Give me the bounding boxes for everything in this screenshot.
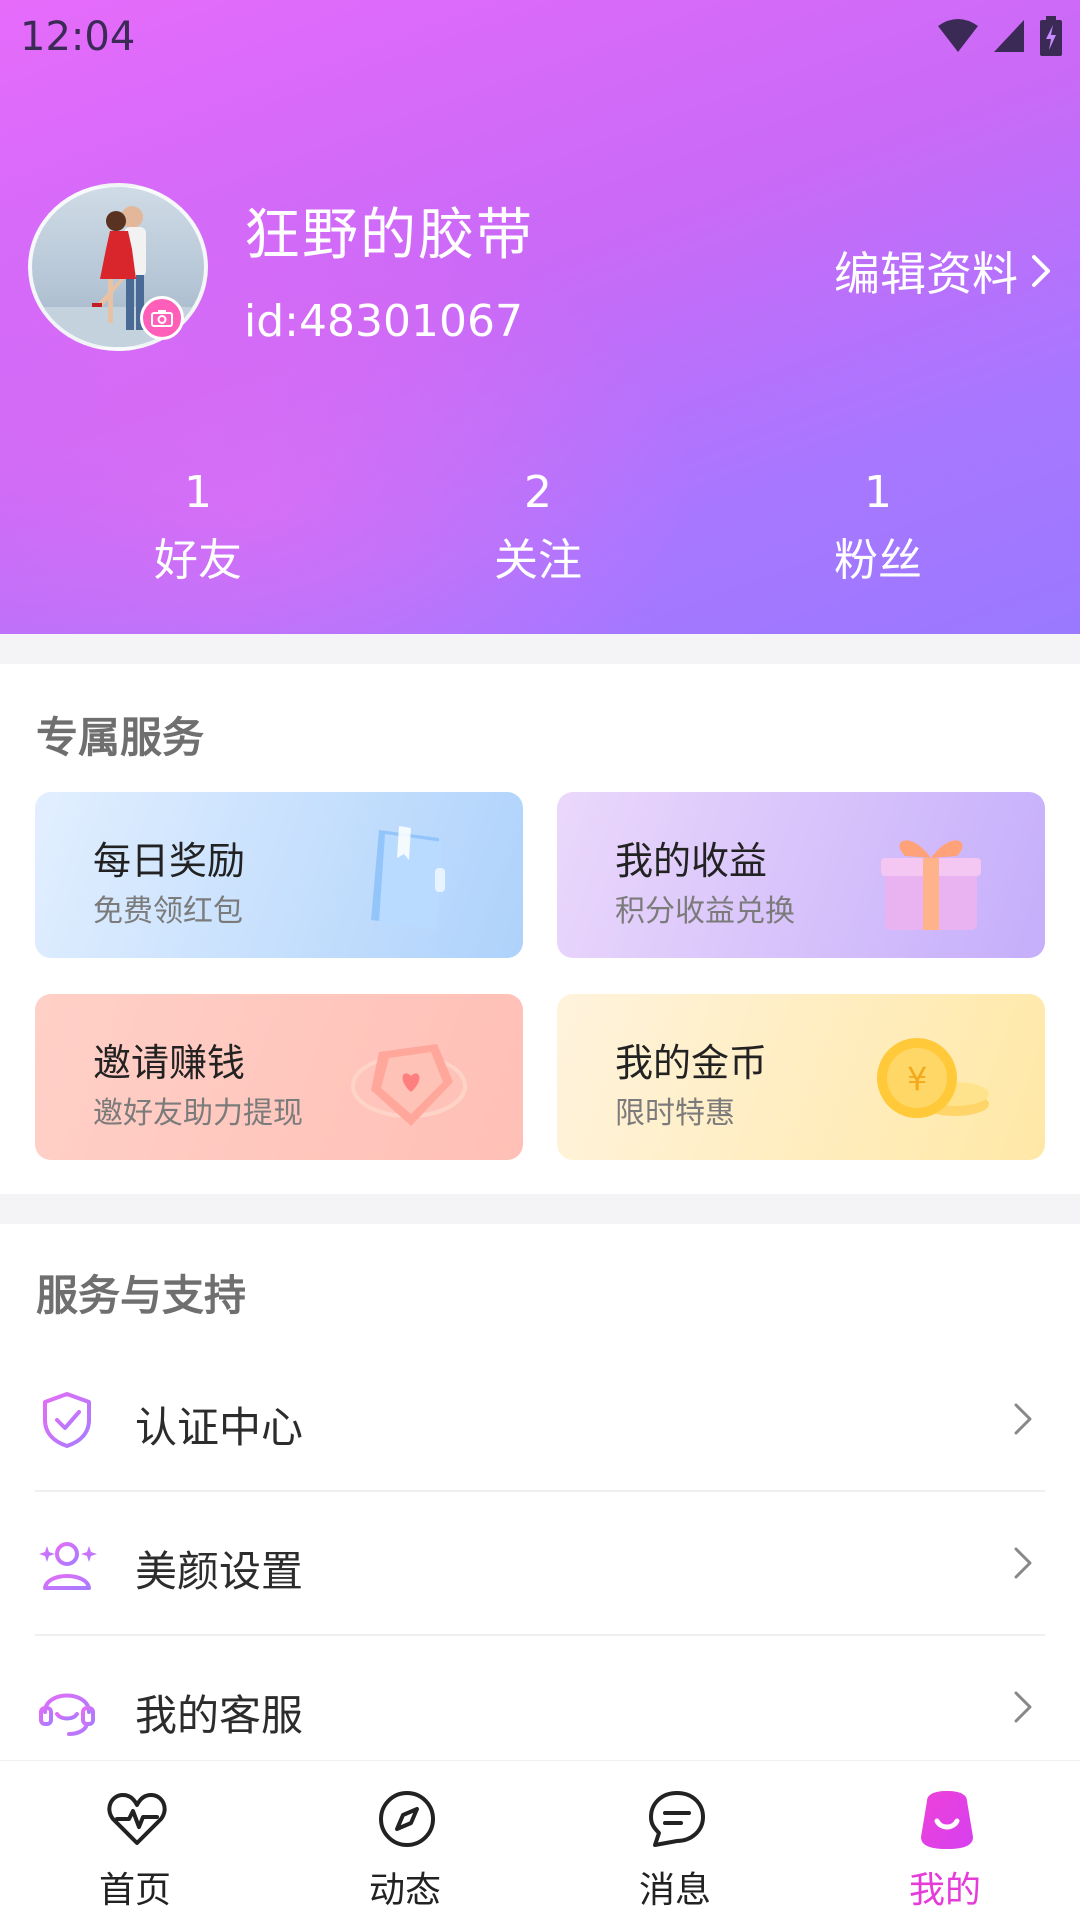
tab-feed[interactable]: 动态 <box>270 1761 540 1920</box>
wifi-icon <box>938 19 978 52</box>
heart-gem-icon <box>351 1044 467 1126</box>
stat-value: 2 <box>524 467 552 518</box>
card-title: 我的金币 <box>615 1041 768 1085</box>
gold-coin-icon: ¥ <box>877 1038 989 1118</box>
username: 狂野的胶带 <box>244 203 534 268</box>
chevron-right-icon <box>1032 255 1050 287</box>
tab-profile[interactable]: 我的 <box>810 1761 1080 1920</box>
stat-fans[interactable]: 1 粉丝 <box>708 460 1048 594</box>
status-icons <box>938 16 1062 56</box>
gift-box-icon <box>881 840 981 930</box>
chevron-right-icon <box>1014 1547 1032 1579</box>
stat-following[interactable]: 2 关注 <box>368 460 708 594</box>
edit-profile-label: 编辑资料 <box>834 247 1018 301</box>
stat-value: 1 <box>864 467 892 518</box>
card-title: 我的收益 <box>615 839 768 883</box>
shield-check-icon <box>43 1392 91 1448</box>
tab-label: 消息 <box>638 1870 711 1911</box>
card-title: 邀请赚钱 <box>93 1041 246 1085</box>
edit-profile-button[interactable]: 编辑资料 <box>834 238 1052 304</box>
heart-pulse-icon <box>107 1793 167 1845</box>
profile-header: 12:04 狂野的胶带 id:48301067 编辑资料 1 好友 2 关注 1… <box>0 0 1080 634</box>
headset-icon <box>39 1693 95 1736</box>
menu-item-beauty-settings[interactable]: 美颜设置 <box>35 1492 1045 1636</box>
profile-face-icon <box>921 1791 973 1849</box>
daily-reward-card[interactable]: 每日奖励 免费领红包 <box>35 792 523 958</box>
card-subtitle: 免费领红包 <box>93 894 243 929</box>
menu-label: 认证中心 <box>135 1403 304 1452</box>
camera-icon[interactable] <box>140 296 184 340</box>
notebook-icon <box>371 826 445 930</box>
chat-bubble-icon <box>649 1791 705 1847</box>
my-earnings-card[interactable]: 我的收益 积分收益兑换 <box>557 792 1045 958</box>
svg-text:¥: ¥ <box>907 1060 927 1098</box>
signal-icon <box>994 20 1024 52</box>
tab-label: 我的 <box>908 1870 981 1911</box>
battery-icon <box>1040 16 1062 56</box>
menu-item-verification[interactable]: 认证中心 <box>35 1348 1045 1492</box>
section-title: 服务与支持 <box>36 1271 247 1320</box>
support-section: 服务与支持 认证中心 美颜设置 我的客服 <box>0 1224 1080 1760</box>
user-id: id:48301067 <box>244 296 523 347</box>
status-time: 12:04 <box>20 14 136 60</box>
sparkle-person-icon <box>39 1542 97 1590</box>
menu-label: 我的客服 <box>135 1691 304 1740</box>
chevron-right-icon <box>1014 1403 1032 1435</box>
stats-row: 1 好友 2 关注 1 粉丝 <box>0 460 1080 594</box>
bottom-tab-bar: 首页 动态 消息 我的 <box>0 1760 1080 1920</box>
card-title: 每日奖励 <box>93 839 246 883</box>
chevron-right-icon <box>1014 1691 1032 1723</box>
card-subtitle: 积分收益兑换 <box>615 894 795 929</box>
stat-value: 1 <box>184 467 212 518</box>
stat-label: 关注 <box>494 535 582 586</box>
exclusive-services-section: 专属服务 每日奖励 免费领红包 我的收益 积分收益兑换 邀请赚钱 邀好友助力提现 <box>0 664 1080 1194</box>
tab-label: 动态 <box>368 1870 441 1911</box>
card-subtitle: 邀好友助力提现 <box>93 1096 303 1131</box>
invite-earn-card[interactable]: 邀请赚钱 邀好友助力提现 <box>35 994 523 1160</box>
compass-icon <box>379 1791 435 1847</box>
my-coins-card[interactable]: 我的金币 限时特惠 ¥ <box>557 994 1045 1160</box>
stat-friends[interactable]: 1 好友 <box>28 460 368 594</box>
tab-label: 首页 <box>98 1870 171 1911</box>
tab-messages[interactable]: 消息 <box>540 1761 810 1920</box>
tab-home[interactable]: 首页 <box>0 1761 270 1920</box>
status-bar: 12:04 <box>0 0 1080 76</box>
section-title: 专属服务 <box>36 713 205 762</box>
menu-item-customer-service[interactable]: 我的客服 <box>35 1636 1045 1780</box>
stat-label: 好友 <box>154 535 242 586</box>
card-subtitle: 限时特惠 <box>615 1096 735 1131</box>
stat-label: 粉丝 <box>834 535 922 586</box>
menu-label: 美颜设置 <box>135 1547 304 1596</box>
